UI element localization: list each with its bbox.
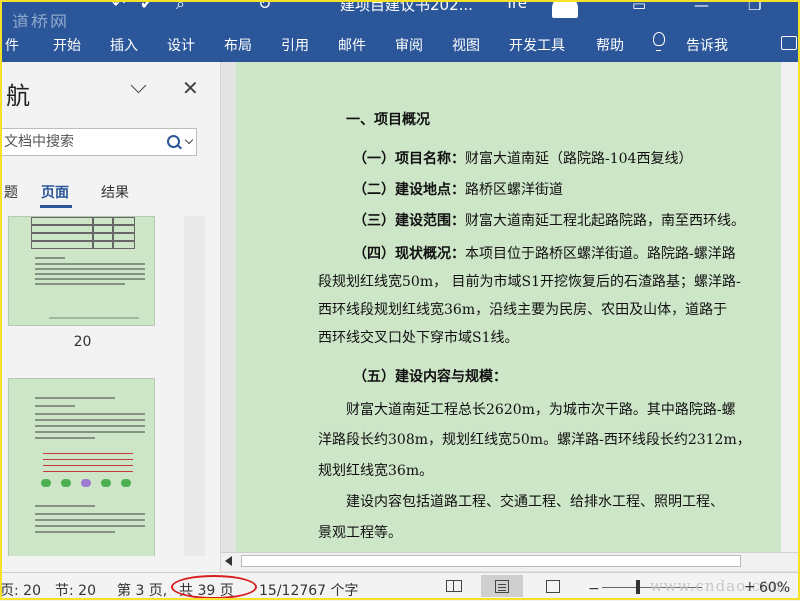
avatar[interactable] [552,0,578,18]
paragraph-line: 建设内容包括道路工程、交通工程、给排水工程、照明工程、 [346,494,724,510]
tab-insert[interactable]: 插入 [110,35,138,55]
highlight-circle [171,575,257,599]
zoom-out-button[interactable]: − [588,581,600,597]
tab-home[interactable]: 开始 [53,35,81,55]
paragraph-line: 财富大道南延工程总长2620m，为城市次干路。其中路院路-螺 [346,402,736,418]
navigation-scrollbar[interactable] [184,216,205,556]
page-thumbnail-20[interactable] [8,216,155,326]
navigation-pane: 航 ✕ 题 页面 结果 [0,62,221,572]
read-mode-icon[interactable] [446,580,462,592]
tab-developer[interactable]: 开发工具 [509,35,565,55]
paragraph-scope: （三）建设范围：财富大道南延工程北起路院路，南至西环线。 [353,213,745,229]
watermark-logo: 道桥网 [12,13,69,28]
section-heading: 一、项目概况 [346,112,430,128]
status-page-of[interactable]: 第 3 页, [117,580,167,600]
ribbon-options-icon[interactable]: ▭ [632,0,646,14]
web-layout-icon[interactable] [546,580,560,593]
scroll-left-icon[interactable] [225,556,232,566]
tab-file[interactable]: 件 [5,35,19,55]
horizontal-scroll-thumb[interactable] [241,555,741,567]
subsection-heading: （五）建设内容与规模： [353,369,507,385]
tab-headings[interactable]: 题 [4,182,18,202]
print-layout-icon[interactable] [495,580,509,593]
chevron-down-icon[interactable] [130,77,147,94]
status-bar: 页: 20 节: 20 第 3 页, 共 39 页 15/12767 个字 − … [0,572,800,601]
undo-icon[interactable]: ↶ [112,0,125,13]
lightbulb-icon[interactable] [653,32,665,51]
close-icon[interactable]: ✕ [182,76,199,100]
zoom-in-button[interactable]: + [744,579,756,595]
paragraph-line: 段规划红线宽50m， 目前为市域S1开挖恢复后的石渣路基；螺洋路- [318,274,741,290]
horizontal-scrollbar[interactable] [221,552,800,571]
zoom-level[interactable]: 60% [759,580,790,596]
tab-references[interactable]: 引用 [281,35,309,55]
minimize-icon[interactable]: — [694,0,709,14]
paragraph-line: 洋路段长约308m，规划红线宽50m。螺洋路-西环线段长约2312m， [318,432,751,448]
tell-me-search[interactable]: 告诉我 [686,35,728,55]
tab-mailings[interactable]: 邮件 [338,35,366,55]
tab-results[interactable]: 结果 [101,182,129,202]
navigation-pane-title: 航 [6,82,30,110]
status-section[interactable]: 节: 20 [55,580,96,600]
thumbnail-page-number: 20 [73,334,92,350]
search-icon[interactable] [167,135,180,148]
title-bar: 道桥网 ↶ ✔ ⌕ ↻ 建项目建议书202... Tre ▭ — ❐ [0,0,800,28]
tab-layout[interactable]: 布局 [224,35,252,55]
paragraph-line: 西环线段规划红线宽36m，沿线主要为民房、农田及山体，道路于 [318,302,728,318]
tab-review[interactable]: 审阅 [395,35,423,55]
paragraph-line: 景观工程等。 [318,525,402,541]
navigation-search-box[interactable] [0,128,197,156]
search-icon[interactable]: ⌕ [176,0,185,14]
zoom-slider-handle[interactable] [636,580,640,594]
user-name[interactable]: Tre [505,0,527,12]
document-page[interactable]: 一、项目概况 （一）项目名称：财富大道南延（路院路-104西复线） （二）建设地… [236,62,798,552]
document-title: 建项目建议书202... [340,0,473,14]
active-tab-indicator [40,205,72,208]
paragraph-line: 规划红线宽36m。 [318,463,434,479]
paragraph-status: （四）现状概况：本项目位于路桥区螺洋街道。路院路-螺洋路 [353,246,736,262]
status-word-count[interactable]: 15/12767 个字 [259,580,359,600]
check-icon[interactable]: ✔ [140,0,153,13]
page-thumbnail-21[interactable] [8,378,155,556]
vertical-scrollbar[interactable] [781,62,798,552]
paragraph-location: （二）建设地点：路桥区螺洋街道 [353,182,563,198]
tab-help[interactable]: 帮助 [596,35,624,55]
tab-pages[interactable]: 页面 [41,182,69,202]
page-thumbnails: 20 [0,216,184,556]
paragraph-line: 西环线交叉口处下穿市域S1线。 [318,330,519,346]
tab-view[interactable]: 视图 [452,35,480,55]
status-page[interactable]: 页: 20 [0,580,41,600]
paragraph-project-name: （一）项目名称：财富大道南延（路院路-104西复线） [353,151,693,167]
maximize-icon[interactable]: ❐ [748,0,761,14]
comment-icon[interactable] [781,36,797,50]
ribbon-tabs: 件 开始 插入 设计 布局 引用 邮件 审阅 视图 开发工具 帮助 告诉我 [0,28,800,62]
tab-design[interactable]: 设计 [167,35,195,55]
navigation-search-input[interactable] [4,132,154,152]
redo-icon[interactable]: ↻ [258,0,271,13]
search-options-chevron-icon[interactable] [184,135,194,145]
